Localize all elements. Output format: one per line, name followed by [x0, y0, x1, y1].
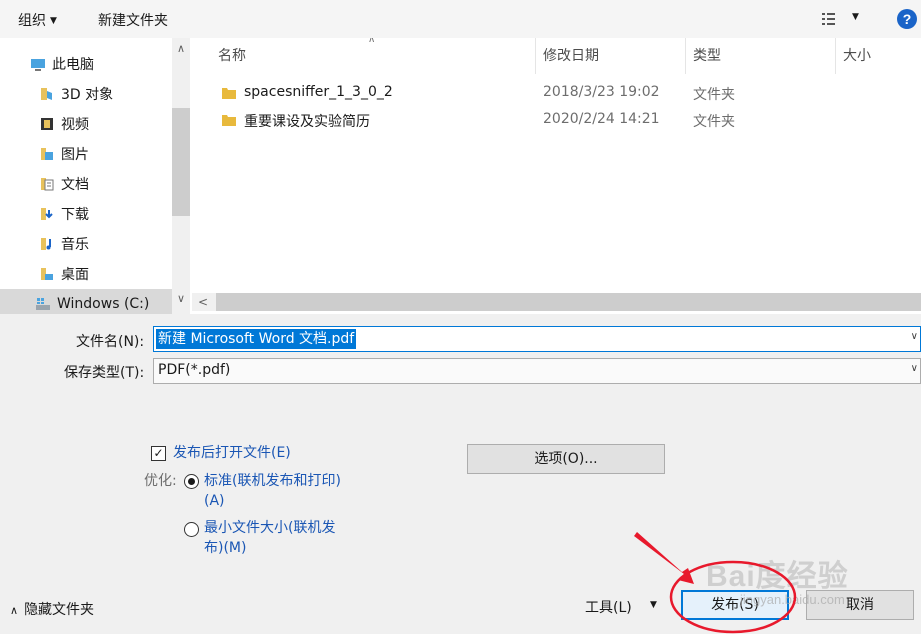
nav-item-label: Windows (C:): [57, 296, 150, 312]
music-icon: [41, 238, 51, 250]
video-icon: [41, 118, 53, 130]
column-header-modified[interactable]: 修改日期: [535, 38, 685, 74]
options-button[interactable]: 选项(O)...: [467, 444, 665, 474]
file-type: 文件夹: [693, 114, 735, 130]
optimize-minimum-label[interactable]: 最小文件大小(联机发 布)(M): [204, 518, 335, 558]
column-header-type[interactable]: 类型: [685, 38, 835, 74]
hide-folders-toggle[interactable]: ∧ 隐藏文件夹: [10, 599, 94, 619]
optimize-standard-line1: 标准(联机发布和打印): [204, 473, 341, 489]
column-header-size[interactable]: 大小: [835, 38, 921, 74]
filename-value: 新建 Microsoft Word 文档.pdf: [156, 329, 357, 349]
chevron-down-icon[interactable]: ∨: [911, 363, 918, 374]
nav-item-music[interactable]: 音乐: [0, 229, 172, 259]
nav-item-label: 文档: [61, 177, 89, 193]
toolbar: 组织 ▼ 新建文件夹 ▼ ?: [0, 0, 921, 38]
nav-item-pictures[interactable]: 图片: [0, 139, 172, 169]
open-after-publish-checkbox[interactable]: ✓: [151, 446, 166, 461]
nav-item-this-pc[interactable]: 此电脑: [0, 49, 172, 79]
pointer-arrow-icon: [634, 532, 694, 584]
optimize-minimum-line2: 布)(M): [204, 540, 247, 556]
folder-icon: [222, 115, 236, 126]
optimize-standard-line2: (A): [204, 493, 225, 509]
tools-menu[interactable]: 工具(L): [585, 597, 632, 617]
scroll-left-icon[interactable]: <: [198, 293, 208, 311]
view-dropdown-icon[interactable]: ▼: [852, 12, 859, 22]
organize-label: 组织: [18, 13, 46, 29]
filename-input[interactable]: 新建 Microsoft Word 文档.pdf ∨: [153, 326, 921, 352]
navigation-pane: 此电脑 3D 对象 视频 图片 文档 下载 音乐 桌面 Windows (C:)…: [0, 38, 192, 314]
file-modified: 2018/3/23 19:02: [543, 84, 660, 100]
nav-item-label: 此电脑: [52, 57, 94, 73]
scroll-thumb[interactable]: [216, 293, 921, 311]
folder-icon: [222, 88, 236, 99]
optimize-standard-radio[interactable]: [184, 474, 199, 489]
baidu-watermark: Bai度经验: [706, 560, 849, 593]
nav-item-drive-c[interactable]: Windows (C:): [0, 289, 172, 314]
organize-menu[interactable]: 组织 ▼: [18, 10, 57, 30]
3d-objects-icon: [41, 88, 52, 100]
nav-item-downloads[interactable]: 下载: [0, 199, 172, 229]
filetype-label: 保存类型(T):: [64, 365, 145, 381]
downloads-icon: [41, 208, 53, 220]
file-row[interactable]: 重要课设及实验简历 2020/2/24 14:21 文件夹: [216, 108, 916, 134]
desktop-icon: [41, 268, 53, 280]
column-header-name[interactable]: 名称: [210, 38, 534, 74]
nav-item-label: 桌面: [61, 267, 89, 283]
nav-scrollbar[interactable]: ∧ ∨: [172, 38, 190, 314]
view-options-icon[interactable]: [822, 12, 840, 26]
checkmark-icon: ✓: [153, 446, 164, 460]
documents-icon: [41, 178, 54, 191]
scroll-up-icon[interactable]: ∧: [172, 42, 190, 62]
nav-item-label: 下载: [61, 207, 89, 223]
tools-dropdown-icon[interactable]: ▼: [650, 600, 657, 610]
nav-item-videos[interactable]: 视频: [0, 109, 172, 139]
new-folder-button[interactable]: 新建文件夹: [98, 10, 168, 30]
file-name: 重要课设及实验简历: [244, 114, 370, 130]
pc-icon: [31, 59, 45, 71]
chevron-down-icon: ▼: [50, 16, 57, 26]
scroll-down-icon[interactable]: ∨: [172, 292, 190, 312]
nav-item-desktop[interactable]: 桌面: [0, 259, 172, 289]
scroll-thumb[interactable]: [172, 108, 190, 216]
optimize-minimum-line1: 最小文件大小(联机发: [204, 520, 336, 536]
file-row[interactable]: spacesniffer_1_3_0_2 2018/3/23 19:02 文件夹: [216, 81, 916, 107]
optimize-standard-label[interactable]: 标准(联机发布和打印) (A): [204, 471, 341, 511]
nav-item-3d-objects[interactable]: 3D 对象: [0, 79, 172, 109]
file-list-pane: ∧ 名称 修改日期 类型 大小 spacesniffer_1_3_0_2 201…: [192, 38, 921, 314]
filename-label: 文件名(N):: [76, 334, 145, 350]
optimize-label: 优化:: [144, 473, 177, 489]
drive-icon: [36, 298, 50, 310]
hide-folders-label: 隐藏文件夹: [24, 602, 95, 618]
open-after-publish-label[interactable]: 发布后打开文件(E): [173, 443, 291, 463]
nav-item-label: 视频: [61, 117, 89, 133]
file-type: 文件夹: [693, 87, 735, 103]
baidu-watermark-url: jingyan.baidu.com: [740, 592, 845, 607]
horizontal-scrollbar[interactable]: <: [192, 293, 921, 311]
file-modified: 2020/2/24 14:21: [543, 111, 660, 127]
filetype-value: PDF(*.pdf): [158, 362, 231, 378]
pictures-icon: [41, 148, 53, 160]
nav-item-label: 3D 对象: [61, 87, 114, 103]
chevron-down-icon[interactable]: ∨: [911, 331, 918, 342]
nav-item-label: 音乐: [61, 237, 89, 253]
chevron-up-icon: ∧: [10, 604, 19, 617]
optimize-minimum-radio[interactable]: [184, 522, 199, 537]
file-name: spacesniffer_1_3_0_2: [244, 84, 393, 100]
help-icon[interactable]: ?: [897, 9, 917, 29]
nav-item-documents[interactable]: 文档: [0, 169, 172, 199]
nav-item-label: 图片: [61, 147, 89, 163]
filetype-select[interactable]: PDF(*.pdf) ∨: [153, 358, 921, 384]
